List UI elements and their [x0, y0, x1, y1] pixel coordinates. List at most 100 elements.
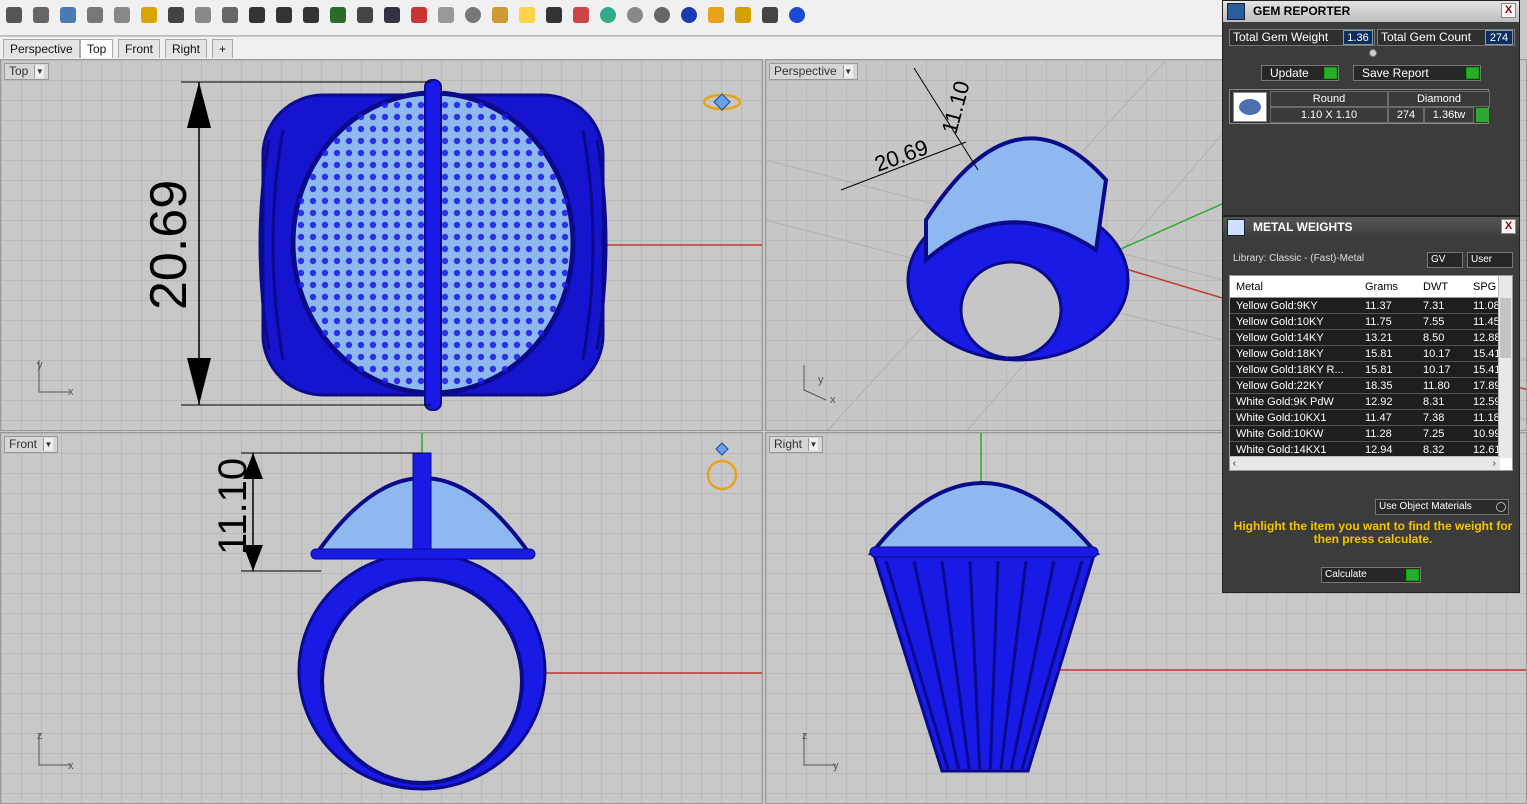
svg-text:11.10: 11.10 — [211, 458, 255, 555]
metal-cell: 11.08 — [1473, 300, 1500, 312]
metal-cell: 12.88 — [1473, 332, 1501, 344]
metal-table-row[interactable]: Yellow Gold:10KY 11.75 7.55 11.45 — [1230, 314, 1500, 330]
svg-text:x: x — [68, 386, 74, 398]
library-label: Library: Classic - (Fast)-Metal — [1233, 253, 1365, 264]
close-icon[interactable]: X — [1501, 219, 1516, 234]
metal-cell: 10.17 — [1423, 364, 1451, 376]
svg-text:20.69: 20.69 — [871, 134, 931, 176]
metal-weights-header: METAL WEIGHTS X — [1223, 217, 1519, 238]
metal-cell: Yellow Gold:18KY R... — [1236, 364, 1344, 376]
metal-table-vscroll[interactable] — [1498, 276, 1512, 458]
save-report-button[interactable]: Save Report — [1353, 65, 1481, 81]
metal-table-row[interactable]: Yellow Gold:9KY 11.37 7.31 11.08 — [1230, 298, 1500, 314]
metal-cell: 15.81 — [1365, 364, 1393, 376]
metal-cell: White Gold:9K PdW — [1236, 396, 1334, 408]
metal-cell: 7.38 — [1423, 412, 1445, 424]
help-icon[interactable] — [785, 3, 809, 27]
use-object-materials-checkbox[interactable]: Use Object Materials — [1375, 499, 1509, 515]
target-icon[interactable] — [461, 3, 485, 27]
zoom-window-icon[interactable] — [272, 3, 296, 27]
zoom-extents-icon[interactable] — [299, 3, 323, 27]
plane-icon[interactable] — [2, 3, 26, 27]
undo-icon[interactable] — [164, 3, 188, 27]
zoom-selected-icon[interactable] — [326, 3, 350, 27]
viewport-label-front[interactable]: Front ▼ — [4, 436, 59, 453]
metal-cell: 15.41 — [1473, 348, 1501, 360]
metal-cell: Yellow Gold:10KY — [1236, 316, 1324, 328]
zoom-icon[interactable] — [245, 3, 269, 27]
gem-row-go-button[interactable] — [1476, 108, 1489, 122]
metal-cell: White Gold:10KX1 — [1236, 412, 1327, 424]
update-button[interactable]: Update — [1261, 65, 1339, 81]
flag-icon[interactable] — [704, 3, 728, 27]
rotate-icon[interactable] — [353, 3, 377, 27]
tab-front[interactable]: Front — [118, 39, 161, 58]
center-rib — [424, 79, 442, 411]
shaded-sphere-icon[interactable] — [623, 3, 647, 27]
metal-weights-table[interactable]: Metal Grams DWT SPG Yellow Gold:9KY 11.37… — [1229, 275, 1513, 471]
viewport-top[interactable]: 20.69 y x Top ▼ — [0, 59, 763, 431]
calculate-button[interactable]: Calculate — [1321, 567, 1421, 583]
gem-material: Diamond — [1388, 91, 1490, 107]
viewport-label-right[interactable]: Right ▼ — [769, 436, 824, 453]
metal-table-row[interactable]: Yellow Gold:18KY R... 15.81 10.17 15.41 — [1230, 362, 1501, 378]
gem-ring-icon[interactable] — [702, 93, 742, 111]
copy-icon[interactable] — [110, 3, 134, 27]
metal-table-row[interactable]: White Gold:10KW 11.28 7.25 10.99 — [1230, 426, 1501, 442]
move-icon[interactable] — [218, 3, 242, 27]
metal-cell: 11.28 — [1365, 428, 1392, 440]
layer-icon[interactable] — [569, 3, 593, 27]
viewport-label-perspective[interactable]: Perspective ▼ — [769, 63, 858, 80]
export-icon[interactable] — [56, 3, 80, 27]
gem-list[interactable]: Round Diamond 1.10 X 1.10 274 1.36tw — [1229, 89, 1490, 124]
hide-icon[interactable] — [434, 3, 458, 27]
tab-top[interactable]: Top — [80, 39, 114, 58]
rendered-sphere-icon[interactable] — [650, 3, 674, 27]
metal-cell: 12.92 — [1365, 396, 1393, 408]
tab-perspective[interactable]: Perspective — [3, 39, 80, 58]
user-button[interactable]: User — [1467, 252, 1513, 268]
svg-text:x: x — [68, 760, 74, 772]
gears-icon[interactable] — [731, 3, 755, 27]
bulb-icon[interactable] — [515, 3, 539, 27]
main-toolbar — [0, 0, 1222, 36]
metal-table-row[interactable]: Yellow Gold:14KY 13.21 8.50 12.88 — [1230, 330, 1501, 346]
color-wheel-icon[interactable] — [596, 3, 620, 27]
cut-icon[interactable] — [83, 3, 107, 27]
metal-table-row[interactable]: Yellow Gold:22KY 18.35 11.80 17.89 — [1230, 378, 1501, 394]
metal-table-header: Metal Grams DWT SPG — [1230, 276, 1500, 298]
metal-table-hscroll[interactable]: ‹ › — [1230, 456, 1500, 470]
metal-cell: 11.80 — [1423, 380, 1450, 392]
pave-dome-right — [867, 481, 1101, 555]
lock-icon[interactable] — [542, 3, 566, 27]
car-icon[interactable] — [407, 3, 431, 27]
blue-sphere-icon[interactable] — [677, 3, 701, 27]
metal-cell: Yellow Gold:14KY — [1236, 332, 1324, 344]
splitter-handle[interactable] — [1369, 49, 1377, 57]
svg-text:z: z — [802, 730, 808, 742]
ring-view-icon[interactable] — [706, 442, 738, 491]
metal-cell: 11.37 — [1365, 300, 1392, 312]
metal-weights-panel: METAL WEIGHTS X Library: Classic - (Fast… — [1222, 216, 1520, 593]
add-tab-button[interactable]: + — [212, 39, 234, 58]
gem-shape: Round — [1270, 91, 1388, 107]
paste-icon[interactable] — [137, 3, 161, 27]
close-icon[interactable]: X — [1501, 3, 1516, 18]
tab-right[interactable]: Right — [165, 39, 208, 58]
viewport-label-top[interactable]: Top ▼ — [4, 63, 50, 80]
four-viewports-icon[interactable] — [380, 3, 404, 27]
metal-table-row[interactable]: White Gold:10KX1 11.47 7.38 11.18 — [1230, 410, 1500, 426]
pan-hand-icon[interactable] — [191, 3, 215, 27]
gem-count: 274 — [1388, 107, 1424, 123]
print-icon[interactable] — [29, 3, 53, 27]
viewport-front[interactable]: 11.10 z x Front ▼ — [0, 432, 763, 804]
select-points-icon[interactable] — [488, 3, 512, 27]
gem-size: 1.10 X 1.10 — [1270, 107, 1388, 123]
metal-table-row[interactable]: White Gold:9K PdW 12.92 8.31 12.59 — [1230, 394, 1501, 410]
metal-cell: 7.25 — [1423, 428, 1445, 440]
metal-table-row[interactable]: Yellow Gold:18KY 15.81 10.17 15.41 — [1230, 346, 1501, 362]
metal-cell: 18.35 — [1365, 380, 1393, 392]
gv-button[interactable]: GV — [1427, 252, 1463, 268]
grid-snap-icon[interactable] — [758, 3, 782, 27]
front-view-canvas: 11.10 z x — [37, 433, 762, 791]
